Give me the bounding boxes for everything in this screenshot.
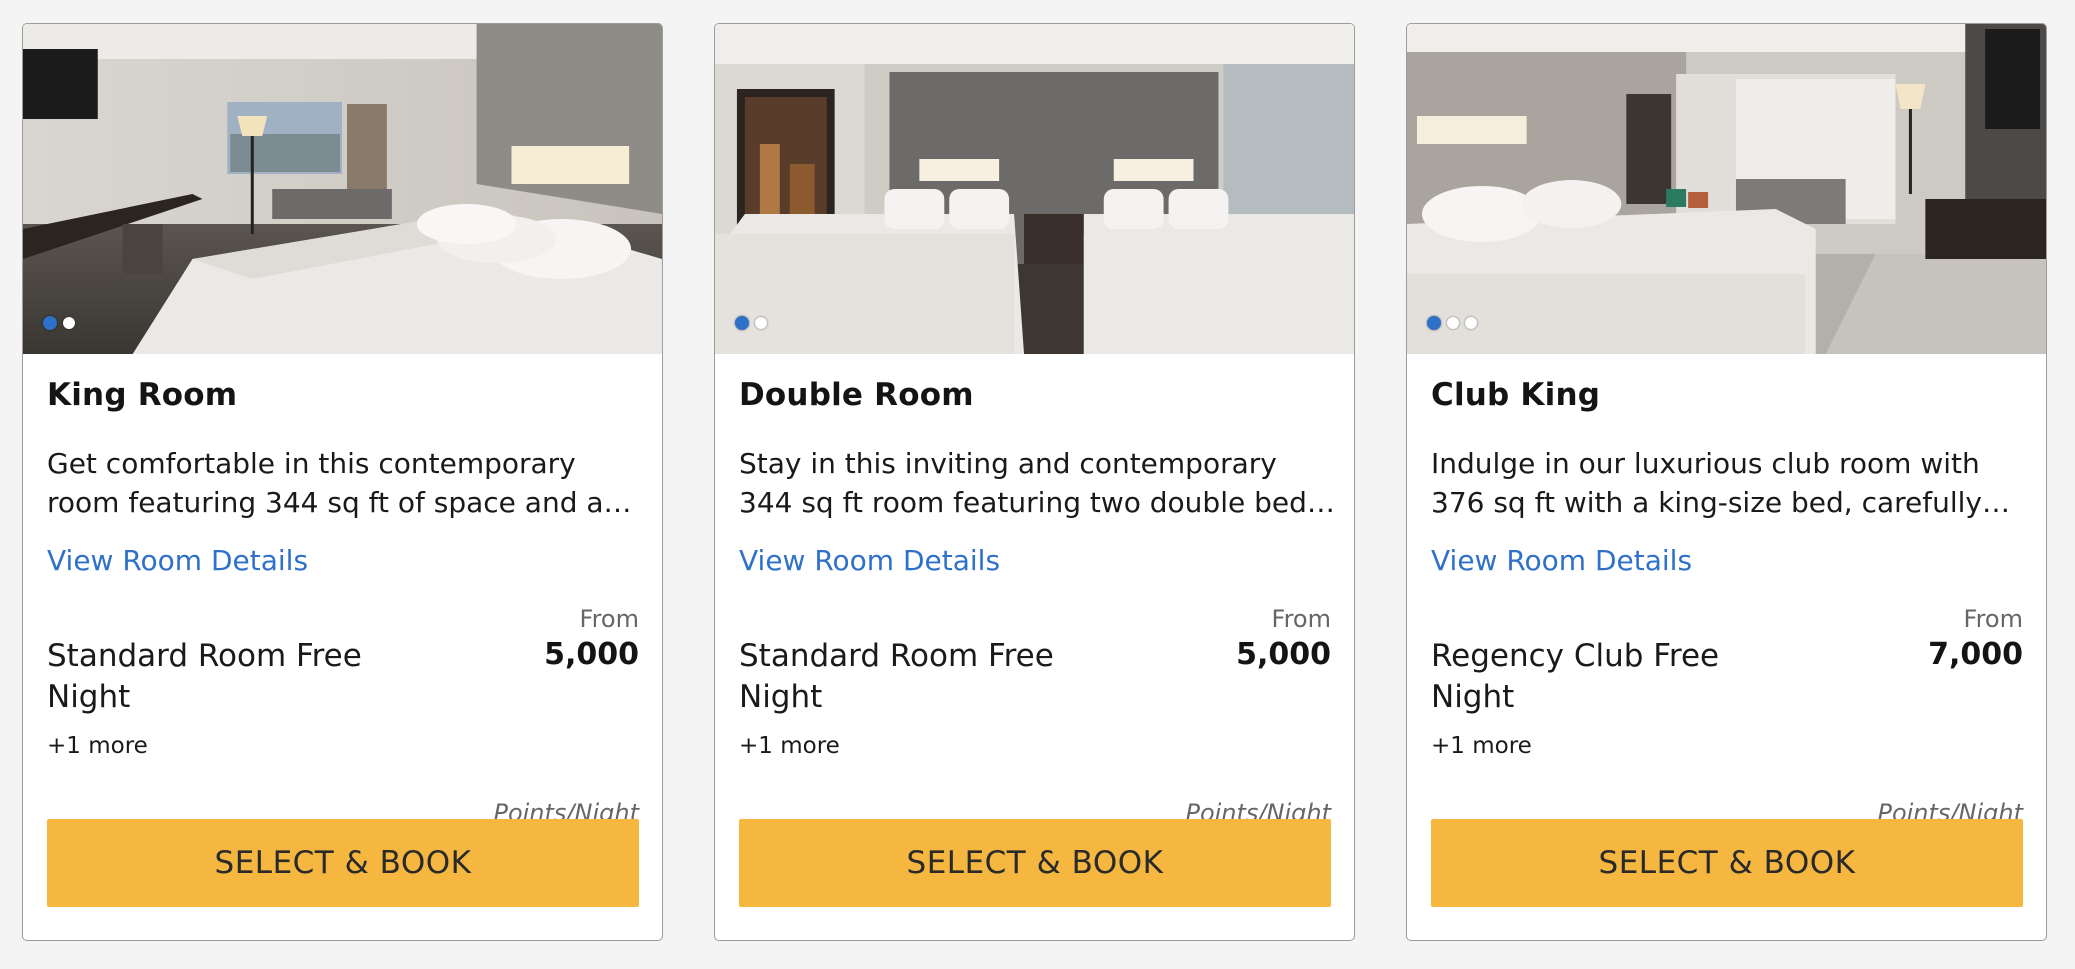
points-price: 7,000 [1928,637,2023,672]
room-description: Stay in this inviting and contemporary 3… [739,447,1322,519]
more-rates-link[interactable]: +1 more [739,733,840,759]
from-label: From [1271,605,1331,633]
room-title: King Room [47,377,238,413]
rate-name: Standard Room Free Night [47,638,362,715]
carousel-dot[interactable] [43,316,57,330]
king-bed-room-photo [23,24,662,354]
room-photo[interactable] [23,24,662,354]
from-label: From [1963,605,2023,633]
from-label: From [579,605,639,633]
room-card: King Room Get comfortable in this contem… [22,23,663,941]
select-and-book-button[interactable]: SELECT & BOOK [739,819,1331,907]
carousel-dots [1427,316,1477,330]
carousel-dot[interactable] [1465,317,1477,329]
view-room-details-link[interactable]: View Room Details [1431,544,1692,577]
two-double-beds-room-photo [715,24,1354,354]
carousel-dot[interactable] [1447,317,1459,329]
room-photo[interactable] [715,24,1354,354]
view-room-details-link[interactable]: View Room Details [47,544,308,577]
room-description: Indulge in our luxurious club room with … [1431,447,1983,519]
room-title: Club King [1431,377,1601,413]
room-photo[interactable] [1407,24,2046,354]
carousel-dot[interactable] [1427,316,1441,330]
room-description: Get comfortable in this contemporary roo… [47,447,604,519]
select-and-book-button[interactable]: SELECT & BOOK [47,819,639,907]
room-card: Club King Indulge in our luxurious club … [1406,23,2047,941]
carousel-dots [43,316,75,330]
more-rates-link[interactable]: +1 more [1431,733,1532,759]
carousel-dots [735,316,767,330]
carousel-dot[interactable] [755,317,767,329]
select-and-book-button[interactable]: SELECT & BOOK [1431,819,2023,907]
rate-name: Regency Club Free Night [1431,638,1720,715]
carousel-dot[interactable] [63,317,75,329]
points-price: 5,000 [1236,637,1331,672]
carousel-dot[interactable] [735,316,749,330]
room-title: Double Room [739,377,974,413]
points-price: 5,000 [544,637,639,672]
view-room-details-link[interactable]: View Room Details [739,544,1000,577]
room-card: Double Room Stay in this inviting and co… [714,23,1355,941]
club-king-room-photo [1407,24,2046,354]
more-rates-link[interactable]: +1 more [47,733,148,759]
rate-name: Standard Room Free Night [739,638,1054,715]
